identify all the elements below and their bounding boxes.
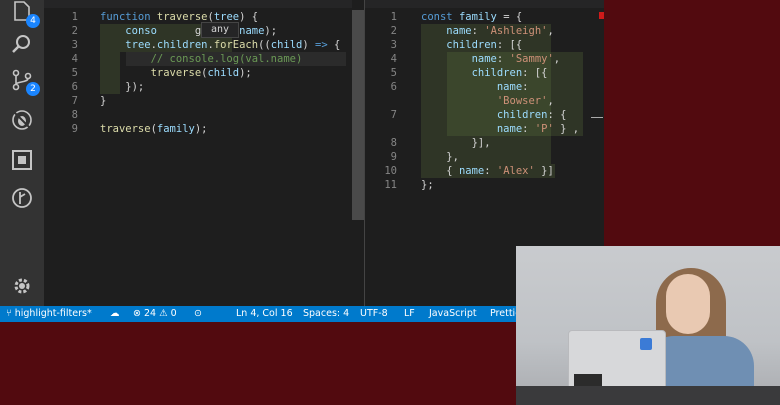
line-number: 11 [384,179,397,191]
line-code: traverse(family); [100,123,208,135]
encoding-setting[interactable]: UTF-8 [360,306,388,322]
line-code: name: 'Ashleigh', [446,25,554,37]
line-code: name: 'Sammy', [471,53,561,65]
extensions-icon[interactable] [10,148,34,172]
left-editor-pane[interactable]: 1function traverse(tree) {2 conso g(tree… [44,0,352,306]
hover-tooltip: any [201,22,239,38]
eol-setting[interactable]: LF [404,306,415,322]
line-code: children: [{ [446,39,523,51]
cursor-position[interactable]: Ln 4, Col 16 [236,306,293,322]
line-code: const family = { [421,11,523,23]
line-number: 9 [390,151,397,163]
line-number: 1 [390,11,397,23]
settings-gear-icon[interactable] [10,274,34,298]
line-number: 8 [71,109,78,121]
line-code: }, [421,151,459,163]
line-number: 6 [390,81,397,93]
right-tab-strip [365,0,604,8]
line-number: 7 [71,95,78,107]
line-code: } [100,95,107,107]
line-code: name: [496,81,529,93]
left-scrollbar[interactable] [352,10,364,220]
git-graph-icon[interactable] [10,186,34,210]
line-number: 3 [71,39,78,51]
line-code: 'Bowser', [496,95,554,107]
line-number: 8 [390,137,397,149]
explorer-icon[interactable]: 4 [10,0,40,28]
source-control-icon[interactable]: 2 [10,68,40,96]
line-number: 9 [71,123,78,135]
left-tab-strip [44,0,352,8]
explorer-badge: 4 [26,14,40,28]
line-number: 10 [384,165,397,177]
status-bar: ⑂ highlight-filters* ☁ ⊗ 24 ⚠ 0 ⊙ Ln 4, … [0,306,604,322]
line-number: 2 [390,25,397,37]
line-number: 4 [390,53,397,65]
activity-bar: 4 2 [0,0,44,306]
error-marker [599,12,604,19]
line-number: 7 [390,109,397,121]
line-number: 1 [71,11,78,23]
line-number: 5 [390,67,397,79]
line-number: 6 [71,81,78,93]
line-code: }; [421,179,434,191]
line-code: children: [{ [471,67,548,79]
line-code: tree.children.forEach((child) => { [125,39,341,51]
line-code: traverse(child); [150,67,252,79]
language-mode[interactable]: JavaScript [429,306,477,322]
problems-indicator[interactable]: ⊗ 24 ⚠ 0 [133,306,177,322]
editor-window: 4 2 1function traverse(tree) {2 conso g(… [0,0,604,322]
line-number: 5 [71,67,78,79]
line-code: { name: 'Alex' }] [421,165,554,177]
branch-indicator[interactable]: ⑂ highlight-filters* [6,306,92,322]
line-code: name: 'P' } , [496,123,580,135]
sync-icon[interactable]: ☁ [110,306,120,322]
line-code: }], [421,137,491,149]
line-code: conso g(tree.name); [125,25,278,37]
search-icon[interactable] [10,32,34,56]
line-code: }); [100,81,145,93]
source-control-badge: 2 [26,82,40,96]
speaker-camera [516,246,780,405]
line-code: children: { [496,109,567,121]
debug-icon[interactable] [10,108,34,132]
line-code: // console.log(val.name) [150,53,303,65]
line-number: 3 [390,39,397,51]
line-number: 4 [71,53,78,65]
line-number: 2 [71,25,78,37]
live-share-icon[interactable]: ⊙ [194,306,202,322]
indent-setting[interactable]: Spaces: 4 [303,306,349,322]
